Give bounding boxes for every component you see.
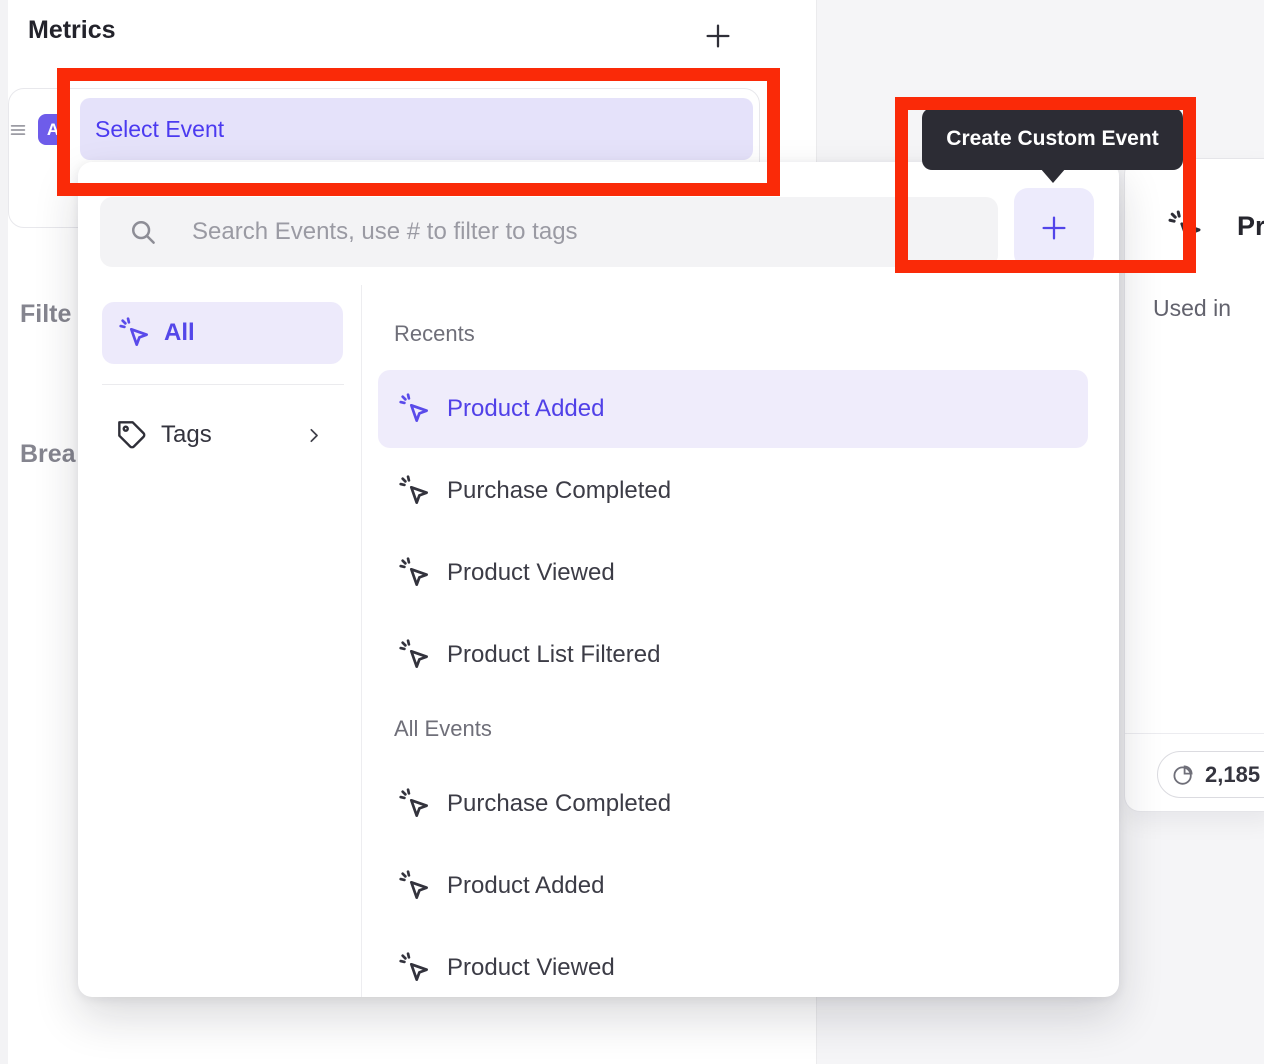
sidebar-tags-label: Tags (161, 421, 290, 449)
tooltip-text: Create Custom Event (946, 127, 1158, 151)
sidebar-item-tags[interactable]: Tags (102, 406, 344, 464)
event-search-input[interactable] (100, 197, 998, 267)
event-icon (398, 869, 432, 903)
event-section-header: Recents (378, 312, 1088, 356)
sidebar-divider (102, 384, 344, 385)
metric-letter-badge: A (38, 114, 68, 145)
event-icon (398, 787, 432, 821)
event-option-label: Product Viewed (447, 954, 615, 982)
plus-icon (702, 20, 734, 52)
screen: Metrics Filte Brea A Select Event All Ta… (0, 0, 1264, 1064)
event-icon (1167, 209, 1205, 247)
event-count-value: 2,185 (1205, 762, 1260, 788)
left-gutter (0, 0, 8, 1064)
event-count-badge[interactable]: 2,185 (1157, 751, 1264, 798)
list-column-divider (361, 285, 362, 997)
event-icon (398, 556, 432, 590)
used-in-label: Used in (1153, 295, 1231, 322)
event-option[interactable]: Product List Filtered (378, 616, 1088, 694)
event-option[interactable]: Purchase Completed (378, 765, 1088, 843)
sidebar-item-all[interactable]: All (102, 302, 343, 364)
event-option[interactable]: Product Added (378, 847, 1088, 925)
event-option-label: Product Added (447, 872, 604, 900)
event-option[interactable]: Product Viewed (378, 929, 1088, 1007)
select-event-field[interactable]: Select Event (80, 98, 753, 160)
event-option-label: Product Added (447, 395, 604, 423)
create-custom-event-tooltip: Create Custom Event (922, 108, 1183, 170)
event-icon (398, 638, 432, 672)
add-metric-button[interactable] (698, 16, 738, 56)
tooltip-caret (1040, 168, 1066, 183)
detail-divider (1125, 733, 1264, 734)
event-detail-title-clipped: Pr (1237, 211, 1264, 242)
event-picker-dropdown: All Tags Recents Product Added Purchase Co… (78, 162, 1119, 997)
event-section-header: All Events (378, 707, 1088, 751)
select-event-label: Select Event (95, 116, 224, 143)
event-option[interactable]: Purchase Completed (378, 452, 1088, 530)
event-option-label: Purchase Completed (447, 477, 671, 505)
event-option[interactable]: Product Added (378, 370, 1088, 448)
pie-chart-icon (1171, 763, 1195, 787)
event-detail-card: Pr Used in 2,185 (1124, 158, 1264, 812)
tag-icon (116, 419, 148, 451)
event-icon (398, 474, 432, 508)
create-custom-event-button[interactable] (1014, 188, 1094, 268)
event-icon (118, 316, 152, 350)
plus-icon (1038, 212, 1070, 244)
filters-label-clipped: Filte (20, 300, 71, 329)
metrics-section-title: Metrics (28, 16, 116, 45)
event-icon (398, 392, 432, 426)
event-option-label: Purchase Completed (447, 790, 671, 818)
breakdowns-label-clipped: Brea (20, 440, 76, 469)
event-list: Recents Product Added Purchase Completed Pr… (378, 312, 1088, 1011)
drag-handle-icon[interactable] (7, 119, 29, 141)
chevron-right-icon (303, 425, 324, 446)
event-option-label: Product Viewed (447, 559, 615, 587)
event-search-box (100, 197, 998, 267)
event-option-label: Product List Filtered (447, 641, 660, 669)
sidebar-all-label: All (164, 319, 195, 347)
event-option[interactable]: Product Viewed (378, 534, 1088, 612)
event-icon (398, 951, 432, 985)
